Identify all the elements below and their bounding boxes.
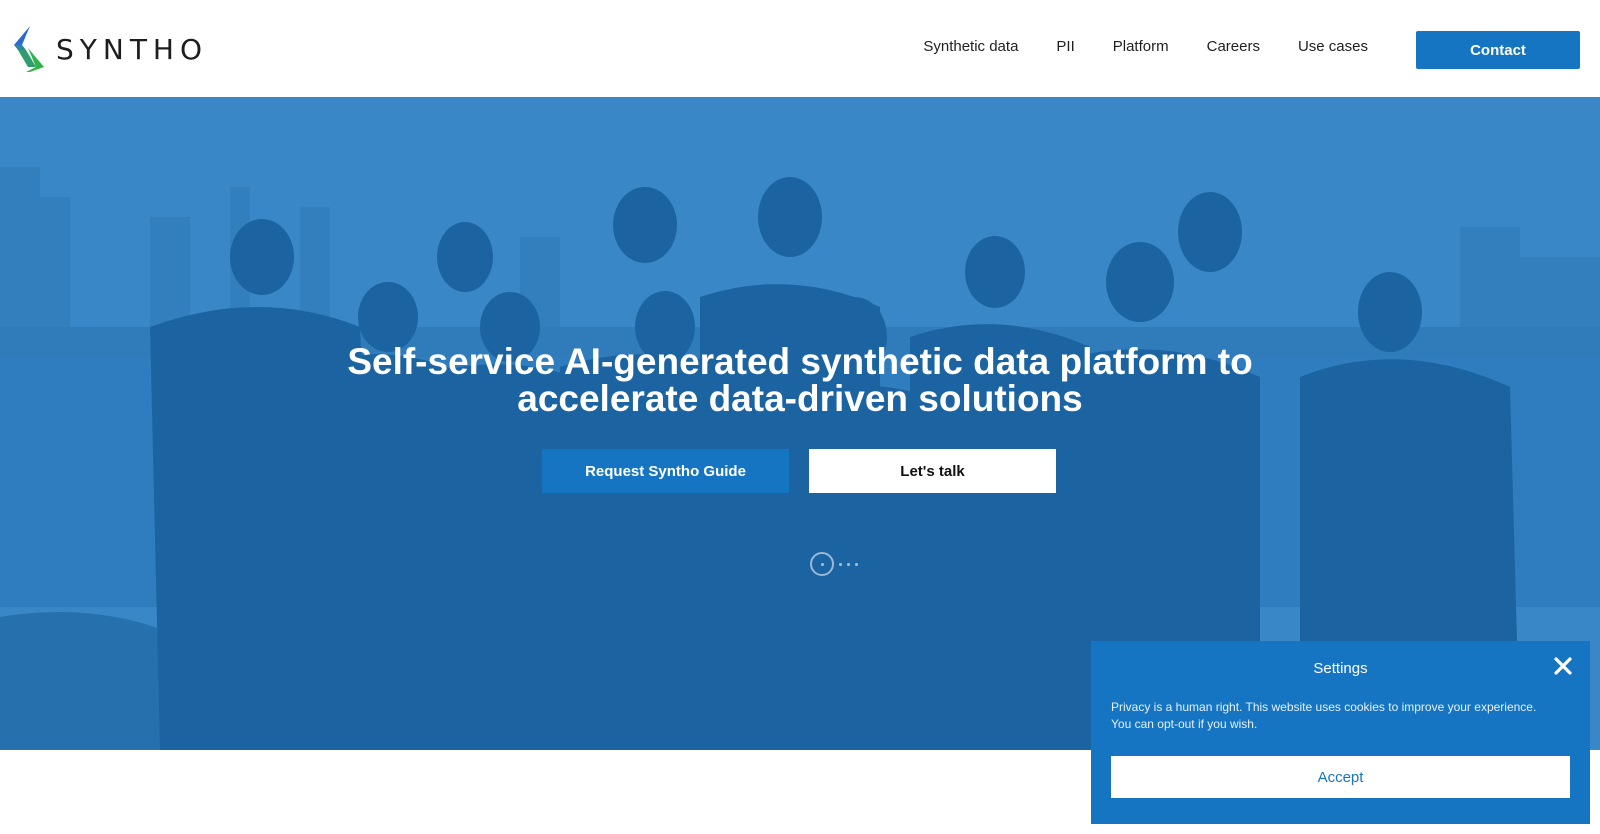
indicator-dot: [839, 562, 842, 566]
nav-synthetic-data[interactable]: Synthetic data: [923, 38, 1018, 55]
cookie-message-line2: You can opt-out if you wish.: [1111, 717, 1258, 731]
cookie-message-line1: Privacy is a human right. This website u…: [1111, 700, 1537, 714]
request-guide-button[interactable]: Request Syntho Guide: [542, 449, 789, 493]
cookie-accept-button[interactable]: Accept: [1111, 756, 1570, 798]
close-icon[interactable]: [1552, 655, 1574, 677]
nav-careers[interactable]: Careers: [1207, 38, 1260, 55]
contact-button[interactable]: Contact: [1416, 31, 1580, 69]
hero-carousel-indicator[interactable]: [810, 552, 858, 576]
nav-use-cases[interactable]: Use cases: [1298, 38, 1368, 55]
syntho-logo-icon: [14, 26, 44, 72]
logo-wordmark: SYNTHO: [56, 32, 209, 66]
indicator-dot: [820, 562, 824, 566]
indicator-dot: [855, 562, 858, 566]
cookie-dialog-title: Settings: [1313, 660, 1368, 677]
page: SYNTHO Synthetic data PII Platform Caree…: [0, 0, 1600, 834]
main-nav: Synthetic data PII Platform Careers Use …: [923, 38, 1368, 55]
hero-title: Self-service AI-generated synthetic data…: [200, 343, 1400, 417]
hero-title-line2: accelerate data-driven solutions: [517, 378, 1083, 419]
nav-pii[interactable]: PII: [1056, 38, 1074, 55]
cookie-message: Privacy is a human right. This website u…: [1111, 699, 1571, 733]
hero-title-line1: Self-service AI-generated synthetic data…: [347, 341, 1253, 382]
play-icon[interactable]: [810, 552, 834, 576]
logo[interactable]: SYNTHO: [12, 25, 208, 73]
indicator-dot: [847, 562, 850, 566]
nav-platform[interactable]: Platform: [1113, 38, 1169, 55]
cookie-consent-dialog: Settings Privacy is a human right. This …: [1091, 641, 1590, 824]
site-header: SYNTHO Synthetic data PII Platform Caree…: [0, 0, 1600, 97]
lets-talk-button[interactable]: Let's talk: [809, 449, 1056, 493]
